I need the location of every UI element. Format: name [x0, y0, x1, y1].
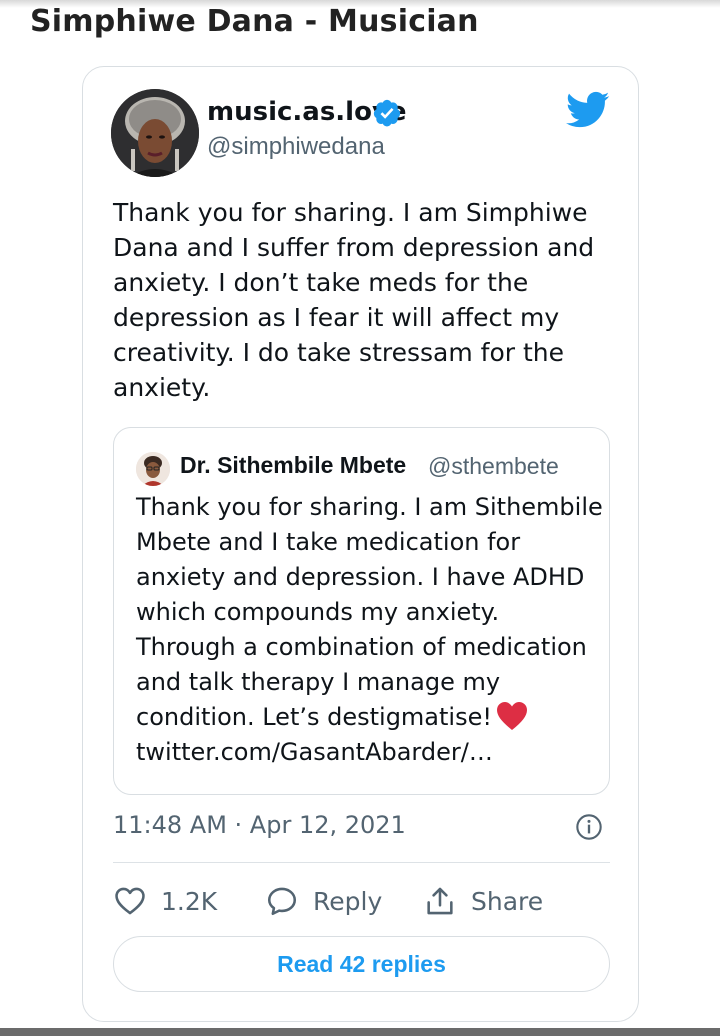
tweet-text-line: depression as I fear it will affect my — [113, 303, 560, 332]
read-replies-button[interactable]: Read 42 replies — [113, 936, 610, 992]
share-button[interactable]: Share — [423, 879, 543, 923]
share-label: Share — [471, 886, 544, 916]
like-heart-icon — [115, 887, 145, 915]
verified-badge-icon — [373, 99, 401, 127]
quoted-text-line: Mbete and I take medication for — [136, 528, 521, 556]
quoted-text-line: and talk therapy I manage my — [136, 668, 501, 696]
quoted-display-name[interactable]: Dr. Sithembile Mbete — [180, 452, 406, 479]
quoted-text-line: Through a combination of medication — [136, 633, 587, 661]
tweet-text-line: creativity. I do take stressam for the — [113, 338, 565, 367]
tweet-text-line: Dana and I suffer from depression and — [113, 233, 595, 262]
embedded-tweet-card[interactable]: music.as.love @simphiwedana Thank you fo… — [82, 66, 639, 1022]
quoted-text-line: condition. Let’s destigmatise! — [136, 703, 492, 731]
tweet-text-line: Thank you for sharing. I am Simphiwe — [113, 198, 588, 227]
tweet-text-line: anxiety. I don’t take meds for the — [113, 268, 529, 297]
twitter-bird-icon[interactable] — [566, 91, 610, 129]
share-icon — [427, 887, 453, 915]
quoted-avatar[interactable] — [136, 452, 170, 486]
quoted-avatar-portrait — [136, 452, 170, 486]
quoted-text-line: anxiety and depression. I have ADHD — [136, 563, 585, 591]
tweet-text: Thank you for sharing. I am Simphiwe Dan… — [113, 195, 613, 405]
divider — [113, 862, 610, 863]
quoted-link[interactable]: twitter.com/GasantAbarder/… — [136, 735, 606, 770]
like-button[interactable]: 1.2K — [113, 879, 217, 923]
handle[interactable]: @simphiwedana — [207, 133, 385, 161]
quoted-text-line: which compounds my anxiety. — [136, 598, 500, 626]
quoted-handle[interactable]: @sthembete — [428, 453, 559, 480]
timestamp[interactable]: 11:48 AM · Apr 12, 2021 — [113, 811, 406, 839]
reply-label: Reply — [313, 886, 383, 916]
avatar-portrait — [111, 89, 199, 177]
tweet-actions: 1.2K Reply Share — [113, 879, 610, 923]
quoted-text-line: Thank you for sharing. I am Sithembile — [136, 493, 603, 521]
quoted-text: Thank you for sharing. I am Sithembile M… — [136, 490, 606, 770]
bottom-bar — [0, 1028, 720, 1036]
reply-button[interactable]: Reply — [265, 879, 382, 923]
quoted-text-line-with-emoji: condition. Let’s destigmatise! — [136, 700, 606, 735]
like-count: 1.2K — [161, 886, 218, 916]
quoted-tweet[interactable]: Dr. Sithembile Mbete @sthembete Thank yo… — [113, 427, 610, 795]
info-icon[interactable] — [575, 813, 603, 841]
reply-bubble-icon — [267, 887, 297, 916]
page-heading: Simphiwe Dana - Musician — [30, 4, 479, 39]
tweet-text-line: anxiety. — [113, 373, 211, 402]
red-heart-emoji-icon — [496, 702, 527, 730]
avatar[interactable] — [111, 89, 199, 177]
